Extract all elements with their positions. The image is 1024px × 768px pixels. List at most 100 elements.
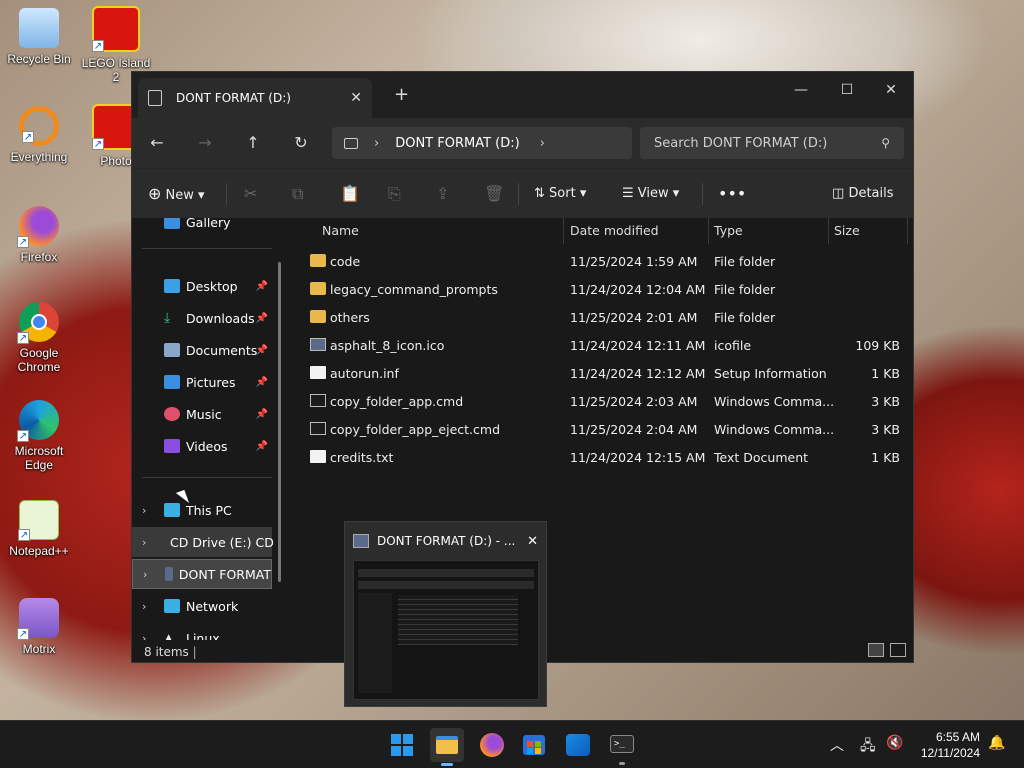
drive-icon	[353, 534, 369, 548]
new-tab-button[interactable]: +	[394, 84, 409, 105]
table-row[interactable]: code 11/25/2024 1:59 AM File folder	[290, 247, 905, 275]
tab-dont-format[interactable]: DONT FORMAT (D:) ✕	[138, 78, 372, 118]
edge-icon: ↗	[17, 400, 59, 442]
file-type: Windows Comma...	[714, 422, 835, 437]
cmd-file-icon	[310, 394, 326, 407]
nav-item-desktop[interactable]: Desktop 📌	[132, 271, 272, 301]
desktop-icon-motrix[interactable]: ↗ Motrix	[3, 598, 75, 656]
breadcrumb-drive[interactable]: DONT FORMAT (D:)	[395, 136, 520, 151]
chevron-right-icon[interactable]: ›	[142, 536, 146, 549]
taskbar-terminal[interactable]: >_	[608, 731, 636, 765]
close-window-button[interactable]: ✕	[868, 76, 914, 104]
nav-item-music[interactable]: Music 📌	[132, 399, 272, 429]
chevron-right-icon[interactable]: ›	[142, 504, 146, 517]
details-button[interactable]: ◫ Details	[832, 181, 894, 207]
nav-item-gallery[interactable]: Gallery	[132, 218, 272, 237]
maximize-button[interactable]: ☐	[824, 76, 870, 104]
everything-icon: ↗	[19, 106, 59, 146]
column-type[interactable]: Type	[714, 223, 743, 238]
new-button[interactable]: ⊕ New ▾	[148, 181, 205, 207]
cut-button[interactable]: ✂	[244, 181, 257, 207]
file-name: legacy_command_prompts	[330, 282, 498, 297]
close-icon[interactable]: ✕	[527, 534, 538, 549]
table-row[interactable]: credits.txt 11/24/2024 12:15 AM Text Docum…	[290, 443, 905, 471]
table-row[interactable]: autorun.inf 11/24/2024 12:12 AM Setup Info…	[290, 359, 905, 387]
tiles-view-icon[interactable]	[890, 643, 906, 657]
chevron-right-icon[interactable]: ›	[143, 568, 147, 581]
plus-circle-icon: ⊕	[148, 184, 162, 203]
volume-muted-icon[interactable]: 🔇	[886, 735, 903, 751]
desktop-icon-chrome[interactable]: ↗ Google Chrome	[3, 302, 75, 374]
delete-button[interactable]: 🗑	[484, 181, 504, 207]
taskbar-file-explorer[interactable]	[430, 728, 464, 766]
divider	[563, 218, 564, 244]
back-button[interactable]: ←	[142, 130, 172, 156]
item-count: 8 items	[144, 645, 189, 659]
linux-icon: ▲	[164, 631, 174, 640]
rename-button[interactable]: ⎘	[388, 181, 401, 207]
table-row[interactable]: copy_folder_app_eject.cmd 11/25/2024 2:04…	[290, 415, 905, 443]
table-row[interactable]: legacy_command_prompts 11/24/2024 12:04 A…	[290, 275, 905, 303]
minimize-button[interactable]: —	[778, 76, 824, 104]
chevron-right-icon[interactable]: ›	[142, 600, 146, 613]
table-row[interactable]: asphalt_8_icon.ico 11/24/2024 12:11 AM ico…	[290, 331, 905, 359]
paste-button[interactable]: 📋	[340, 181, 360, 207]
nav-item-pictures[interactable]: Pictures 📌	[132, 367, 272, 397]
up-button[interactable]: ↑	[238, 130, 268, 156]
nav-item-linux[interactable]: › ▲ Linux	[132, 623, 272, 641]
running-indicator	[619, 762, 625, 765]
nav-item-network[interactable]: › Network	[132, 591, 272, 621]
taskbar-thumbnail-preview[interactable]: DONT FORMAT (D:) - ... ✕	[344, 521, 547, 707]
taskbar-outlook[interactable]	[564, 731, 592, 759]
desktop-icon-everything[interactable]: ↗ Everything	[3, 106, 75, 164]
search-input[interactable]: Search DONT FORMAT (D:) ⚲	[640, 127, 904, 159]
file-size: 109 KB	[855, 338, 900, 353]
nav-item-downloads[interactable]: ⤓ Downloads 📌	[132, 303, 272, 333]
file-name: others	[330, 310, 370, 325]
network-status-icon[interactable]: 🖧	[860, 735, 876, 759]
column-name[interactable]: Name	[322, 223, 359, 238]
nav-item-cd-drive[interactable]: › CD Drive (E:) CD	[132, 527, 274, 557]
divider	[142, 248, 272, 249]
show-hidden-icons-button[interactable]: ︿	[830, 735, 844, 755]
file-name: code	[330, 254, 361, 269]
nav-item-documents[interactable]: Documents 📌	[132, 335, 272, 365]
nav-item-this-pc[interactable]: › This PC	[132, 495, 272, 525]
notification-bell-icon[interactable]: 🔔	[988, 735, 1005, 751]
desktop-icon-recycle-bin[interactable]: Recycle Bin	[3, 8, 75, 66]
search-icon: ⚲	[881, 136, 890, 150]
details-view-icon[interactable]	[868, 643, 884, 657]
nav-item-dont-format[interactable]: › DONT FORMAT	[132, 559, 272, 589]
column-date[interactable]: Date modified	[570, 223, 659, 238]
view-button[interactable]: ☰ View ▾	[622, 181, 679, 207]
taskbar-firefox[interactable]	[478, 731, 506, 759]
taskbar-store[interactable]	[520, 731, 548, 759]
address-bar[interactable]: › DONT FORMAT (D:) ›	[332, 127, 632, 159]
table-row[interactable]: copy_folder_app.cmd 11/25/2024 2:03 AM Win…	[290, 387, 905, 415]
more-options-button[interactable]: •••	[718, 181, 746, 207]
table-row[interactable]: others 11/25/2024 2:01 AM File folder	[290, 303, 905, 331]
forward-button[interactable]: →	[190, 130, 220, 156]
sort-button[interactable]: ⇅ Sort ▾	[534, 181, 586, 207]
close-tab-icon[interactable]: ✕	[350, 90, 362, 106]
desktop-icon-notepadpp[interactable]: ↗ Notepad++	[3, 500, 75, 558]
refresh-button[interactable]: ↻	[286, 130, 316, 156]
desktop-icon-edge[interactable]: ↗ Microsoft Edge	[3, 400, 75, 472]
start-button[interactable]	[388, 731, 416, 759]
file-date: 11/25/2024 2:03 AM	[570, 394, 698, 409]
navigation-pane: Gallery Desktop 📌 ⤓ Downloads 📌 Documents 📌 …	[132, 218, 282, 640]
pin-icon: 📌	[255, 280, 268, 292]
chevron-right-icon[interactable]: ›	[142, 632, 146, 641]
desktop-icon-firefox[interactable]: ↗ Firefox	[3, 206, 75, 264]
column-size[interactable]: Size	[834, 223, 860, 238]
pin-icon: 📌	[255, 408, 268, 420]
nav-item-videos[interactable]: Videos 📌	[132, 431, 272, 461]
copy-button[interactable]: ⧉	[292, 181, 303, 207]
thumbnail-header: DONT FORMAT (D:) - ... ✕	[345, 522, 546, 560]
share-button[interactable]: ⇪	[436, 181, 449, 207]
downloads-icon: ⤓	[164, 310, 171, 326]
search-placeholder: Search DONT FORMAT (D:)	[654, 135, 828, 151]
file-date: 11/24/2024 12:04 AM	[570, 282, 706, 297]
nav-scrollbar[interactable]	[278, 262, 281, 582]
system-clock[interactable]: 6:55 AM 12/11/2024	[921, 729, 980, 761]
